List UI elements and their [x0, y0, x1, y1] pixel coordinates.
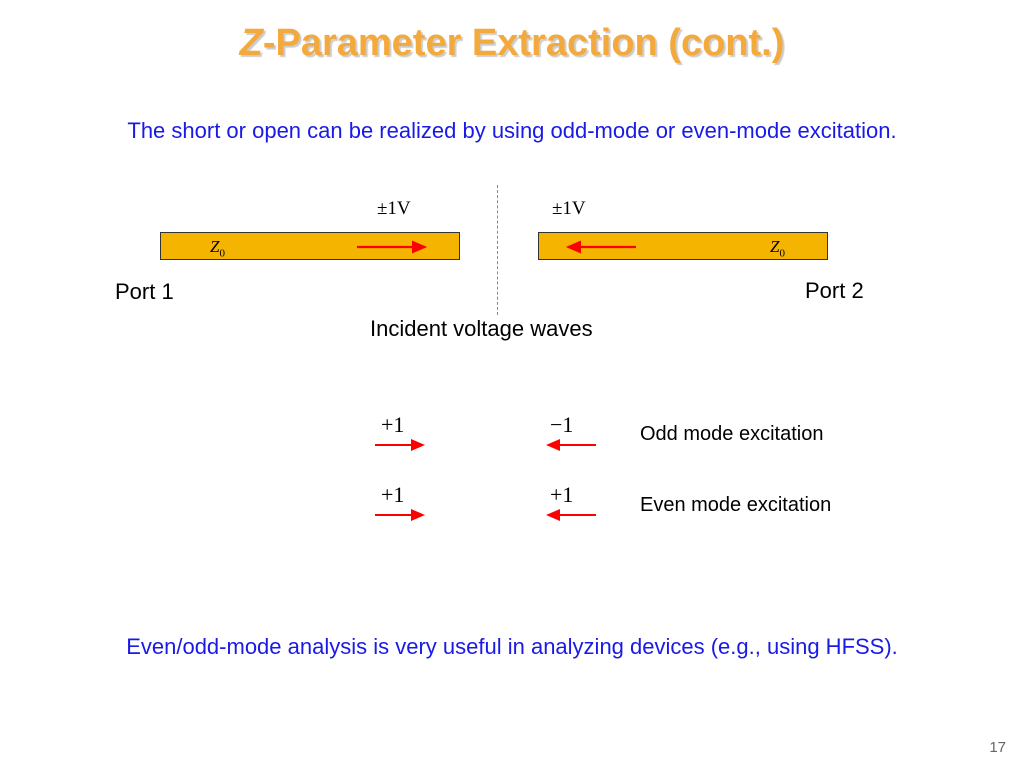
title-rest: -Parameter Extraction (cont.): [263, 22, 785, 64]
arrow-right-box: [558, 240, 638, 259]
odd-left-value: +1: [381, 412, 404, 438]
arrow-even-right: [540, 508, 598, 526]
port1-label: Port 1: [115, 279, 174, 305]
even-mode-label: Even mode excitation: [640, 494, 831, 517]
arrow-odd-left: [373, 438, 431, 456]
voltage-label-right: ±1V: [552, 198, 586, 220]
slide-footnote: Even/odd-mode analysis is very useful in…: [0, 634, 1024, 660]
voltage-label-left: ±1V: [377, 198, 411, 220]
z0-label-left: Z0: [210, 237, 225, 259]
odd-right-value: −1: [550, 412, 573, 438]
title-prefix: Z: [240, 22, 263, 64]
odd-mode-label: Odd mode excitation: [640, 423, 823, 446]
arrow-even-left: [373, 508, 431, 526]
arrow-left-box: [355, 240, 435, 259]
even-right-value: +1: [550, 482, 573, 508]
even-left-value: +1: [381, 482, 404, 508]
diagram-caption: Incident voltage waves: [370, 316, 593, 342]
slide-title: Z-Parameter Extraction (cont.): [0, 22, 1024, 65]
page-number: 17: [989, 739, 1006, 756]
z0-label-right: Z0: [770, 237, 785, 259]
symmetry-plane: [497, 185, 498, 315]
arrow-odd-right: [540, 438, 598, 456]
slide: Z-Parameter Extraction (cont.) The short…: [0, 0, 1024, 768]
slide-subtitle: The short or open can be realized by usi…: [0, 118, 1024, 144]
port2-label: Port 2: [805, 278, 864, 304]
